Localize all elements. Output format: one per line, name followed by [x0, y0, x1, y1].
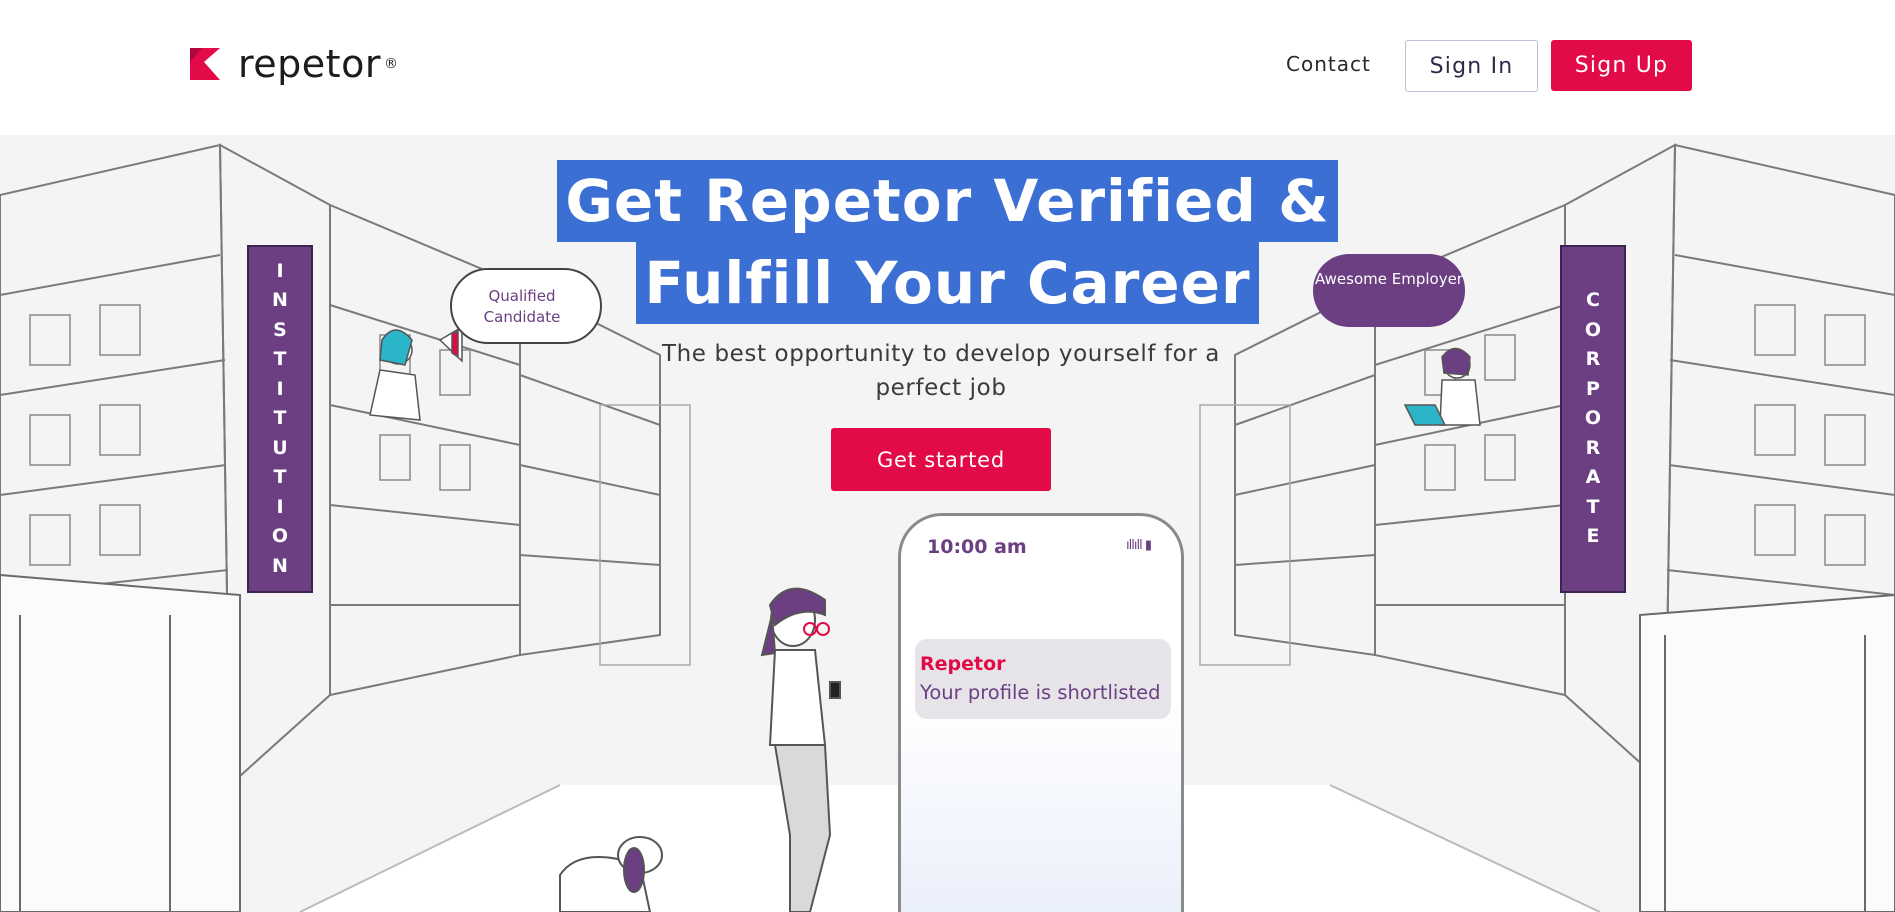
corporate-sign-letter: O — [1584, 407, 1602, 430]
institution-sign-letter: T — [273, 348, 287, 371]
nav-contact-link[interactable]: Contact — [1286, 52, 1371, 76]
corporate-sign-letter: A — [1585, 466, 1601, 489]
logo-mark-icon — [190, 48, 220, 80]
notification-message: Your profile is shortlisted — [920, 681, 1161, 704]
corporate-sign-letter: T — [1586, 495, 1600, 518]
logo-text: repetor — [238, 42, 381, 86]
corporate-sign-letter: P — [1586, 377, 1600, 400]
hero-headline: Get Repetor Verified & Fulfill Your Care… — [0, 160, 1895, 324]
institution-sign-letter: I — [276, 377, 284, 400]
phone-mockup: 10:00 am ıllıll ▮ Repetor Your profile i… — [898, 513, 1184, 912]
corporate-sign-letter: E — [1586, 525, 1600, 548]
top-navbar: repetor ® Contact Sign In Sign Up — [0, 0, 1895, 135]
corporate-sign-letter: R — [1585, 436, 1601, 459]
megaphone-character — [369, 325, 463, 421]
headline-line-1: Get Repetor Verified & — [557, 160, 1338, 242]
laptop-character — [1403, 347, 1481, 426]
institution-sign-letter: T — [273, 466, 287, 489]
logo-registered-mark: ® — [383, 56, 398, 72]
phone-time: 10:00 am — [927, 536, 1027, 558]
get-started-button[interactable]: Get started — [831, 428, 1051, 491]
landing-page: repetor ® Contact Sign In Sign Up I N S … — [0, 0, 1895, 912]
headline-line-2: Fulfill Your Career — [636, 242, 1259, 324]
corporate-sign-letter: R — [1585, 348, 1601, 371]
institution-sign-letter: I — [276, 495, 284, 518]
notification-app-name: Repetor — [920, 653, 1006, 675]
institution-sign-letter: T — [273, 407, 287, 430]
institution-sign-letter: N — [272, 554, 288, 577]
institution-sign-letter: U — [272, 436, 288, 459]
notification-card: Repetor Your profile is shortlisted — [915, 639, 1171, 719]
sign-up-button[interactable]: Sign Up — [1551, 40, 1692, 91]
institution-sign-letter: O — [271, 525, 289, 548]
hero-subtitle: The best opportunity to develop yourself… — [661, 341, 1220, 401]
logo[interactable]: repetor ® — [190, 44, 398, 84]
sign-in-button[interactable]: Sign In — [1405, 40, 1538, 92]
signal-battery-icon: ıllıll ▮ — [1126, 538, 1152, 553]
